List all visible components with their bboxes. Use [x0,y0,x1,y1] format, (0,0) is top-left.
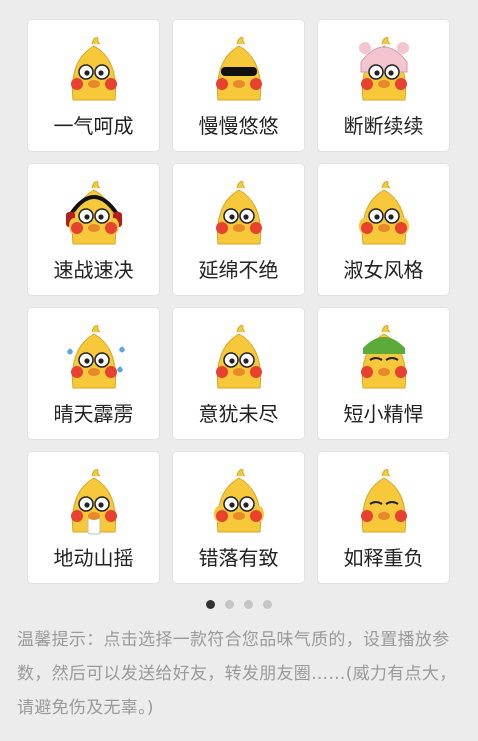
sticker-card[interactable]: 一气呵成 [28,20,159,151]
duck-sticker-icon [204,178,274,250]
sticker-label: 淑女风格 [343,258,424,282]
sticker-card[interactable]: 错落有致 [173,452,304,583]
duck-sticker-icon [349,466,419,538]
pagination-dots [0,600,478,609]
sticker-card[interactable]: 晴天霹雳 [28,308,159,439]
page-dot[interactable] [206,600,215,609]
sticker-label: 断断续续 [343,114,424,138]
duck-sticker-icon [59,466,129,538]
duck-sticker-icon [349,34,419,106]
sticker-grid: 一气呵成 慢慢悠悠 断断续续 速战速决 延绵不绝 淑女风格 晴天霹雳 意犹未尽 … [28,20,449,583]
sticker-label: 一气呵成 [53,114,134,138]
page-dot[interactable] [263,600,272,609]
duck-sticker-icon [204,34,274,106]
duck-sticker-icon [349,322,419,394]
sticker-card[interactable]: 速战速决 [28,164,159,295]
duck-sticker-icon [59,322,129,394]
sticker-card[interactable]: 慢慢悠悠 [173,20,304,151]
duck-sticker-icon [59,34,129,106]
duck-sticker-icon [204,322,274,394]
sticker-card[interactable]: 意犹未尽 [173,308,304,439]
sticker-card[interactable]: 淑女风格 [318,164,449,295]
page-dot[interactable] [225,600,234,609]
sticker-label: 短小精悍 [343,402,424,426]
tip-text: 温馨提示：点击选择一款符合您品味气质的，设置播放参数，然后可以发送给好友，转发朋… [17,630,457,718]
page-dot[interactable] [244,600,253,609]
sticker-card[interactable]: 如释重负 [318,452,449,583]
sticker-card[interactable]: 短小精悍 [318,308,449,439]
sticker-label: 错落有致 [198,546,279,570]
sticker-label: 地动山摇 [53,546,134,570]
sticker-card[interactable]: 延绵不绝 [173,164,304,295]
sticker-label: 晴天霹雳 [53,402,134,426]
duck-sticker-icon [204,466,274,538]
sticker-label: 如释重负 [343,546,424,570]
sticker-label: 速战速决 [53,258,134,282]
sticker-label: 意犹未尽 [198,402,279,426]
sticker-label: 延绵不绝 [198,258,279,282]
sticker-label: 慢慢悠悠 [198,114,279,138]
duck-sticker-icon [59,178,129,250]
sticker-card[interactable]: 断断续续 [318,20,449,151]
duck-sticker-icon [349,178,419,250]
sticker-card[interactable]: 地动山摇 [28,452,159,583]
